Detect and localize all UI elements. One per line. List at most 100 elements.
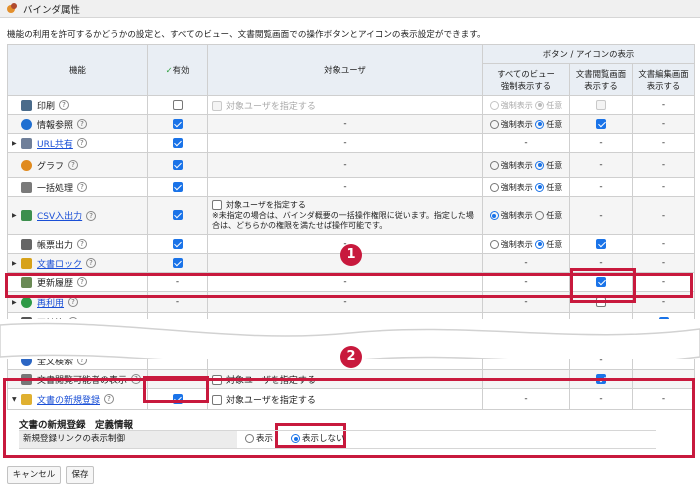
row-6-force-radio[interactable] [489,239,499,249]
force-label: 強制表示 [500,211,533,220]
row-6-optional-radio[interactable] [535,239,545,249]
col-enabled: ✓有効 [147,44,208,96]
option-show[interactable]: 表示 [245,431,273,448]
help-icon[interactable]: ? [68,160,79,170]
help-icon[interactable]: ? [77,239,88,249]
row-4-force-radio[interactable] [489,182,499,192]
doc-view-checkbox[interactable] [596,118,606,129]
row-1-force-radio[interactable] [489,119,499,129]
expand-arrow-icon[interactable]: ▶ [12,260,18,267]
reuse-icon [21,296,32,308]
optional-label: 任意 [546,239,563,249]
row-3-force-radio[interactable] [489,160,499,170]
save-button[interactable]: 保存 [66,466,94,484]
col-doc-edit: 文書編集画面 表示する [631,63,696,96]
doc-view-checkbox[interactable] [596,238,606,249]
optional-label: 任意 [546,182,563,192]
force-label: 強制表示 [500,182,533,192]
row-5-optional-radio[interactable] [535,211,545,220]
col-target-user: 対象ユーザ [207,44,483,96]
table-row: グラフ? - 強制表示 任意 - - [7,152,696,178]
col-feature: 機能 [7,44,148,96]
feature-name[interactable]: 文書ロック [37,257,82,270]
feature-name: グラフ [37,161,65,172]
table-row: 更新履歴? - - - - [7,272,696,292]
step-marker-1: 1 [340,244,362,266]
expand-arrow-icon[interactable]: ▶ [12,212,18,219]
table-row: 情報参照? - 強制表示 任意 - [7,114,696,134]
doc-view-checkbox [596,99,606,110]
enabled-checkbox[interactable] [172,118,183,129]
col-button-group: ボタン / アイコンの表示 [481,44,696,64]
feature-name: 更新履歴 [37,278,74,289]
force-label: 強制表示 [500,100,533,110]
history-icon [21,276,32,288]
window-title-bar: バインダ属性 [0,0,700,18]
row-4-optional-radio[interactable] [535,182,545,192]
row-1-optional-radio[interactable] [535,119,545,129]
force-label: 強制表示 [500,119,533,129]
target-user-label: 対象ユーザを指定する [226,375,316,386]
help-icon[interactable]: ? [86,258,97,268]
radio-show[interactable] [245,434,254,443]
info-icon [21,118,32,130]
radio-hide[interactable] [291,434,300,443]
target-user-checkbox [212,101,222,111]
optional-label: 任意 [546,160,563,170]
cancel-button[interactable]: キャンセル [7,466,61,484]
help-icon[interactable]: ? [86,210,97,221]
expand-arrow-icon[interactable]: ▶ [12,140,18,147]
help-icon[interactable]: ? [59,100,70,110]
help-icon[interactable]: ? [77,182,88,192]
doc-view-checkbox[interactable] [596,276,606,287]
users-icon [21,373,32,385]
optional-label: 任意 [546,119,563,129]
row-5-force-radio[interactable] [489,211,499,220]
row-0-optional-radio [535,100,545,110]
help-icon[interactable]: ? [77,119,88,129]
force-label: 強制表示 [500,239,533,249]
help-icon[interactable]: ? [77,277,88,287]
expand-arrow-icon[interactable]: ▶ [12,299,18,306]
table-row: ▶ 再利用? - - - - [7,291,696,313]
feature-name[interactable]: URL共有 [37,137,73,150]
help-icon[interactable]: ? [68,297,79,307]
doc-view-checkbox[interactable] [596,296,606,307]
document-icon [21,137,32,149]
window-title: バインダ属性 [23,4,81,16]
enabled-checkbox[interactable] [172,257,183,268]
doc-view-checkbox[interactable] [596,373,606,384]
definition-row: 新規登録リンクの表示制御 表示 表示しない [19,430,656,449]
optional-label: 任意 [546,211,563,220]
pie-chart-icon [21,159,32,171]
feature-name[interactable]: CSV入出力 [37,209,82,222]
table-row: ▶ URL共有? - - - - [7,133,696,153]
feature-name: 一括処理 [37,183,74,194]
help-icon[interactable]: ? [131,374,142,384]
table-row: 印刷? 対象ユーザを指定する 強制表示 任意 - [7,95,696,115]
target-user-checkbox[interactable] [212,200,222,211]
table-row: 一括処理? - 強制表示 任意 - - [7,177,696,197]
batch-icon [21,181,32,193]
definition-row-label: 新規登録リンクの表示制御 [19,431,237,448]
row-3-optional-radio[interactable] [535,160,545,170]
csv-icon [21,210,32,221]
enabled-checkbox[interactable] [172,210,183,221]
target-user-checkbox[interactable] [212,375,222,385]
enabled-checkbox[interactable] [172,99,183,110]
definition-title: 文書の新規登録 定義情報 [19,420,134,431]
optional-label: 任意 [546,100,563,110]
feature-name[interactable]: 再利用 [37,296,64,309]
csv-note: ※未指定の場合は、バインダ概要の一括操作権限に従います。指定した場合は、どちらか… [212,210,474,230]
enabled-checkbox[interactable] [172,238,183,249]
definition-panel: 文書の新規登録 定義情報 新規登録リンクの表示制御 表示 表示しない [7,401,694,457]
enabled-checkbox[interactable] [172,137,183,148]
page-description: 機能の利用を許可するかどうかの設定と、すべてのビュー、文書閲覧画面での操作ボタン… [7,30,486,40]
table-row: 文書閲覧可能者の表示? - 対象ユーザを指定する - - [7,369,696,389]
enabled-checkbox[interactable] [172,159,183,170]
col-all-views: すべてのビュー 強制表示する [482,63,570,96]
help-icon[interactable]: ? [76,138,87,148]
enabled-checkbox[interactable] [172,181,183,192]
option-hide[interactable]: 表示しない [291,431,345,448]
lock-icon [21,257,32,269]
